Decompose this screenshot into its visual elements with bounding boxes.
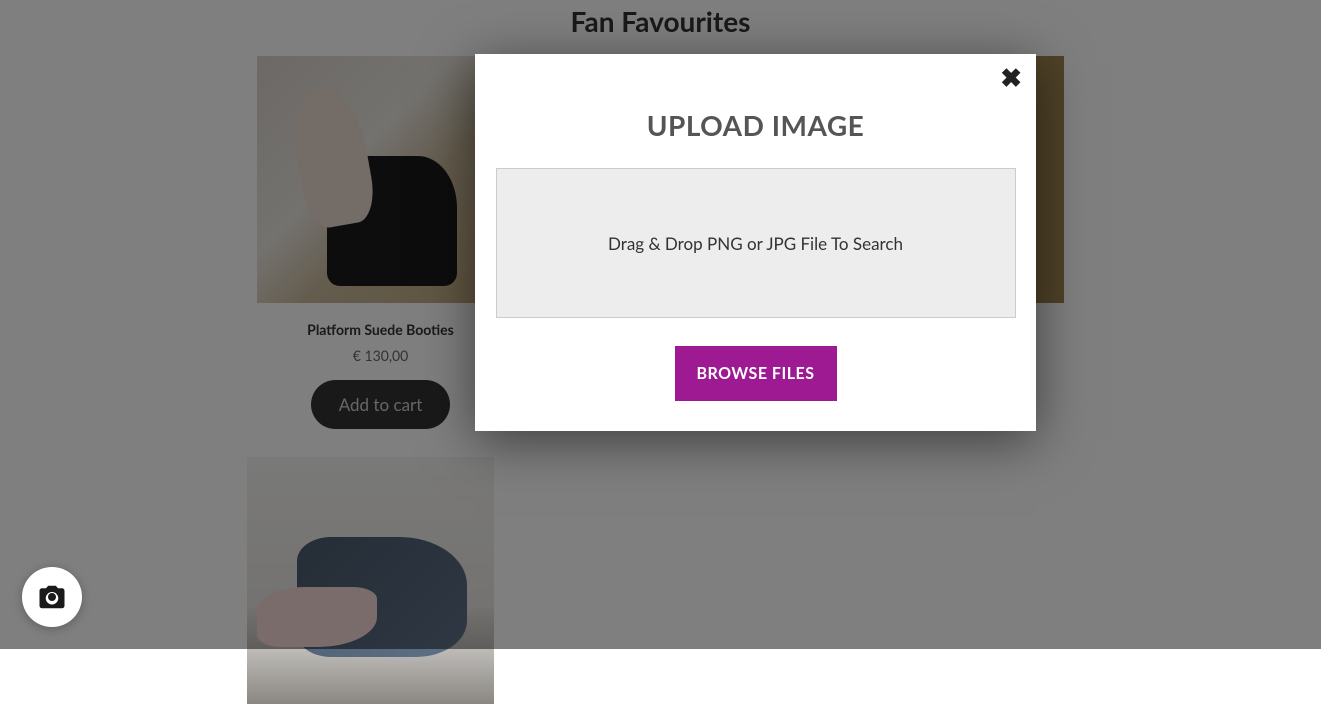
browse-button-wrap: BROWSE FILES [495, 346, 1016, 401]
modal-title: UPLOAD IMAGE [495, 108, 1016, 142]
camera-icon [37, 582, 67, 612]
upload-image-modal: ✖ UPLOAD IMAGE Drag & Drop PNG or JPG Fi… [475, 54, 1036, 431]
dropzone-text: Drag & Drop PNG or JPG File To Search [608, 233, 903, 254]
browse-files-button[interactable]: BROWSE FILES [675, 346, 837, 401]
close-icon[interactable]: ✖ [1000, 64, 1022, 90]
visual-search-fab[interactable] [22, 567, 82, 627]
file-dropzone[interactable]: Drag & Drop PNG or JPG File To Search [496, 168, 1016, 318]
